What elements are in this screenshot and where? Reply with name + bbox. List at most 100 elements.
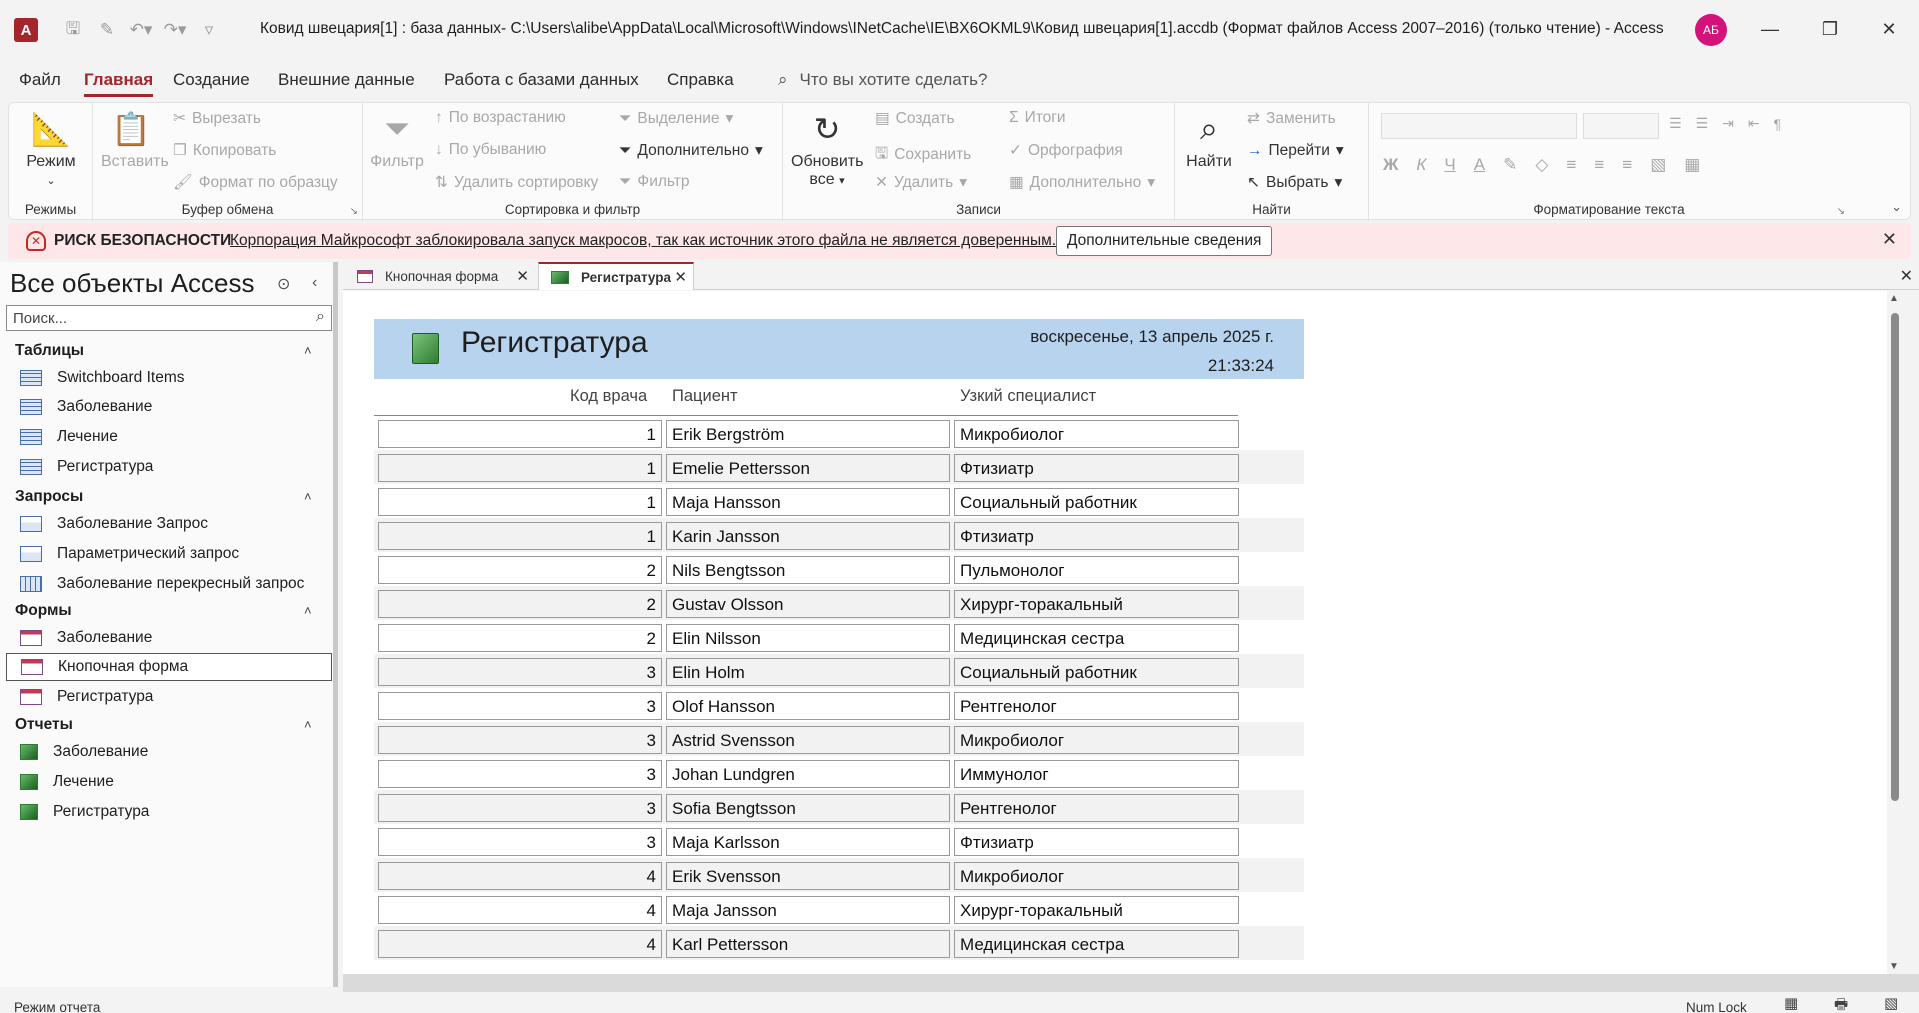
- remove-sort-button[interactable]: ⇅ Удалить сортировку: [435, 173, 598, 192]
- doctor-code-cell[interactable]: 3: [378, 794, 662, 822]
- specialist-cell[interactable]: Хирург-торакальный: [954, 896, 1239, 924]
- tab-home[interactable]: Главная: [84, 70, 154, 97]
- specialist-cell[interactable]: Социальный работник: [954, 658, 1239, 686]
- scroll-up-icon[interactable]: ▲: [1889, 293, 1899, 304]
- doctor-code-cell[interactable]: 1: [378, 454, 662, 482]
- close-icon[interactable]: ✕: [1882, 229, 1897, 250]
- nav-section-tables[interactable]: Таблицы: [15, 342, 84, 360]
- doctor-code-cell[interactable]: 2: [378, 590, 662, 618]
- specialist-cell[interactable]: Пульмонолог: [954, 556, 1239, 584]
- patient-cell[interactable]: Karl Pettersson: [666, 930, 950, 958]
- view-button[interactable]: 📐 Режим ⌄: [19, 109, 83, 189]
- format-painter-button[interactable]: 🖌 Формат по образцу: [173, 173, 338, 192]
- nav-search-input[interactable]: Поиск... ⌕: [6, 305, 332, 331]
- chevron-up-icon[interactable]: ˄: [304, 603, 312, 618]
- collapse-ribbon-icon[interactable]: ⌄: [1891, 199, 1902, 215]
- doctor-code-cell[interactable]: 1: [378, 420, 662, 448]
- patient-cell[interactable]: Elin Nilsson: [666, 624, 950, 652]
- patient-cell[interactable]: Olof Hansson: [666, 692, 950, 720]
- selection-button[interactable]: ⏷ Выделение ▾: [619, 109, 733, 128]
- doctor-code-cell[interactable]: 3: [378, 760, 662, 788]
- toggle-filter-button[interactable]: ⏷ Фильтр: [619, 173, 689, 191]
- alternate-row-color-icon[interactable]: ▧: [1650, 155, 1666, 175]
- italic-button[interactable]: К: [1416, 155, 1426, 175]
- bullets-icon[interactable]: ☰: [1669, 115, 1682, 132]
- patient-cell[interactable]: Gustav Olsson: [666, 590, 950, 618]
- sort-ascending-button[interactable]: ↑ По возрастанию: [435, 109, 566, 127]
- close-document-icon[interactable]: ✕: [1900, 266, 1913, 286]
- align-right-icon[interactable]: ≡: [1622, 155, 1632, 175]
- select-button[interactable]: ↖ Выбрать ▾: [1247, 173, 1342, 192]
- clipboard-launcher-icon[interactable]: ↘: [350, 206, 358, 217]
- patient-cell[interactable]: Erik Svensson: [666, 862, 950, 890]
- specialist-cell[interactable]: Медицинская сестра: [954, 624, 1239, 652]
- find-button[interactable]: ⌕ Найти: [1181, 109, 1237, 171]
- patient-cell[interactable]: Maja Hansson: [666, 488, 950, 516]
- patient-cell[interactable]: Maja Jansson: [666, 896, 950, 924]
- close-window-button[interactable]: ✕: [1866, 10, 1912, 48]
- patient-cell[interactable]: Sofia Bengtsson: [666, 794, 950, 822]
- underline-button[interactable]: Ч: [1444, 155, 1455, 175]
- doctor-code-cell[interactable]: 1: [378, 488, 662, 516]
- specialist-cell[interactable]: Хирург-торакальный: [954, 590, 1239, 618]
- specialist-cell[interactable]: Рентгенолог: [954, 794, 1239, 822]
- goto-button[interactable]: → Перейти ▾: [1247, 141, 1344, 160]
- specialist-cell[interactable]: Медицинская сестра: [954, 930, 1239, 958]
- nav-menu-chevron-icon[interactable]: ⊙: [277, 274, 290, 294]
- nav-section-reports[interactable]: Отчеты: [15, 716, 73, 734]
- chevron-up-icon[interactable]: ˄: [304, 343, 312, 358]
- doctor-code-cell[interactable]: 4: [378, 862, 662, 890]
- nav-item-table[interactable]: Регистратура: [6, 453, 332, 481]
- align-center-icon[interactable]: ≡: [1594, 155, 1604, 175]
- nav-item-query[interactable]: Параметрический запрос: [6, 540, 332, 568]
- security-message-link[interactable]: Корпорация Майкрософт заблокировала запу…: [230, 232, 1056, 250]
- form-view-icon[interactable]: ✎: [92, 17, 122, 43]
- indent-icon[interactable]: ⇥: [1722, 115, 1734, 132]
- numbering-icon[interactable]: ☰: [1696, 115, 1709, 132]
- nav-item-table[interactable]: Лечение: [6, 423, 332, 451]
- nav-item-table[interactable]: Заболевание: [6, 393, 332, 421]
- specialist-cell[interactable]: Микробиолог: [954, 726, 1239, 754]
- font-color-button[interactable]: A: [1474, 155, 1485, 175]
- specialist-cell[interactable]: Социальный работник: [954, 488, 1239, 516]
- outdent-icon[interactable]: ⇤: [1748, 115, 1760, 132]
- tab-help[interactable]: Справка: [667, 70, 734, 90]
- font-size-select[interactable]: [1583, 113, 1659, 139]
- align-left-icon[interactable]: ≡: [1566, 155, 1576, 175]
- replace-button[interactable]: ⇄ Заменить: [1247, 109, 1336, 128]
- doctor-code-cell[interactable]: 3: [378, 658, 662, 686]
- redo-icon[interactable]: ↷▾: [160, 17, 190, 43]
- report-view-icon[interactable]: ▦: [1784, 994, 1804, 1012]
- nav-item-form[interactable]: Регистратура: [6, 683, 332, 711]
- specialist-cell[interactable]: Фтизиатр: [954, 522, 1239, 550]
- vertical-scrollbar[interactable]: ▲ ▼: [1887, 291, 1903, 974]
- delete-record-button[interactable]: ✕ Удалить ▾: [875, 173, 967, 192]
- doctor-code-cell[interactable]: 4: [378, 896, 662, 924]
- patient-cell[interactable]: Elin Holm: [666, 658, 950, 686]
- nav-item-query[interactable]: Заболевание перекресный запрос: [6, 570, 332, 598]
- specialist-cell[interactable]: Фтизиатр: [954, 828, 1239, 856]
- patient-cell[interactable]: Erik Bergström: [666, 420, 950, 448]
- specialist-cell[interactable]: Иммунолог: [954, 760, 1239, 788]
- filter-button[interactable]: ⏷ Фильтр: [369, 109, 425, 171]
- doctor-code-cell[interactable]: 3: [378, 692, 662, 720]
- close-tab-icon[interactable]: ✕: [674, 268, 687, 286]
- customize-qat-icon[interactable]: ▿: [194, 17, 224, 43]
- fill-color-icon[interactable]: ◇: [1535, 155, 1548, 175]
- patient-cell[interactable]: Emelie Pettersson: [666, 454, 950, 482]
- minimize-button[interactable]: —: [1747, 10, 1793, 48]
- specialist-cell[interactable]: Микробиолог: [954, 862, 1239, 890]
- doctor-code-cell[interactable]: 3: [378, 828, 662, 856]
- specialist-cell[interactable]: Рентгенолог: [954, 692, 1239, 720]
- paste-button[interactable]: 📋 Вставить: [101, 109, 169, 171]
- save-icon[interactable]: 🖫: [58, 17, 88, 43]
- doctor-code-cell[interactable]: 4: [378, 930, 662, 958]
- search-icon[interactable]: ⌕: [316, 308, 325, 326]
- font-name-select[interactable]: [1381, 113, 1577, 139]
- copy-button[interactable]: ❐ Копировать: [173, 141, 276, 160]
- patient-cell[interactable]: Karin Jansson: [666, 522, 950, 550]
- cut-button[interactable]: ✂ Вырезать: [173, 109, 261, 128]
- doctor-code-cell[interactable]: 1: [378, 522, 662, 550]
- doctor-code-cell[interactable]: 2: [378, 556, 662, 584]
- nav-item-query[interactable]: Заболевание Запрос: [6, 510, 332, 538]
